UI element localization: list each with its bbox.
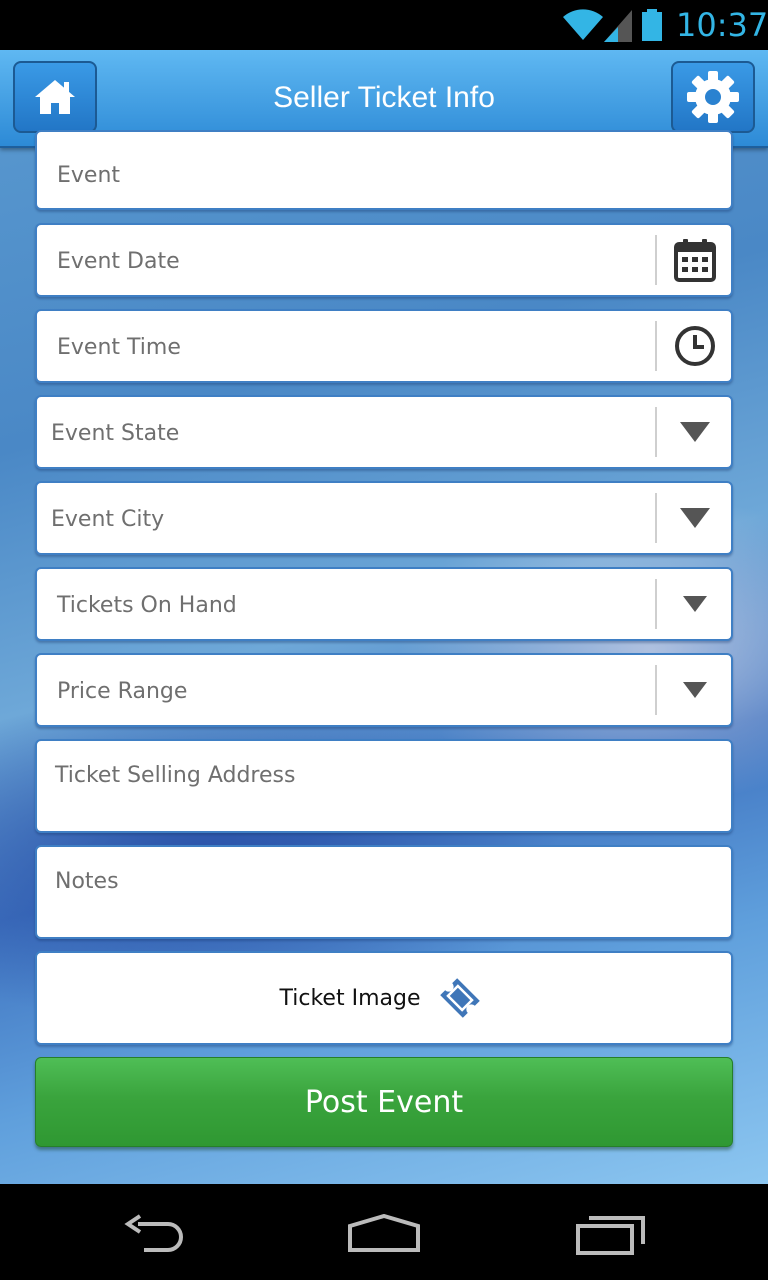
event-state-placeholder: Event State [51,421,180,446]
chevron-down-icon [680,422,710,442]
ticket-icon [440,978,481,1018]
event-date-input[interactable]: Event Date [35,223,733,297]
notes-input[interactable]: Notes [35,845,733,939]
tickets-on-hand-dropdown-toggle[interactable] [657,569,733,639]
event-city-dropdown-toggle[interactable] [657,483,733,553]
clock: 10:37 [676,6,768,44]
recent-apps-icon[interactable] [575,1214,647,1256]
battery-icon [642,9,662,41]
ticket-selling-address-placeholder: Ticket Selling Address [55,763,296,788]
chevron-down-icon [680,508,710,528]
event-city-placeholder: Event City [51,507,165,532]
ticket-image-label: Ticket Image [279,985,421,1011]
event-time-placeholder: Event Time [57,335,181,360]
gear-icon [687,71,739,123]
event-placeholder: Event [57,163,121,188]
event-date-placeholder: Event Date [57,249,180,274]
price-range-dropdown[interactable]: Price Range [35,653,733,727]
wifi-icon [563,9,603,40]
post-event-button[interactable]: Post Event [35,1057,733,1147]
date-picker-button[interactable] [657,225,733,295]
back-icon[interactable] [124,1214,196,1254]
event-time-input[interactable]: Event Time [35,309,733,383]
tickets-on-hand-dropdown[interactable]: Tickets On Hand [35,567,733,641]
calendar-icon [674,239,716,282]
event-state-dropdown[interactable]: Event State [35,395,733,469]
home-icon [35,80,75,114]
ticket-selling-address-input[interactable]: Ticket Selling Address [35,739,733,833]
time-picker-button[interactable] [657,311,733,381]
price-range-placeholder: Price Range [57,679,188,704]
ticket-image-button[interactable]: Ticket Image [35,951,733,1045]
price-range-dropdown-toggle[interactable] [657,655,733,725]
tickets-on-hand-placeholder: Tickets On Hand [57,593,237,618]
chevron-down-icon [683,596,707,612]
event-state-dropdown-toggle[interactable] [657,397,733,467]
notes-placeholder: Notes [55,869,119,894]
home-button[interactable] [13,61,97,133]
chevron-down-icon [683,682,707,698]
settings-button[interactable] [671,61,755,133]
home-icon[interactable] [346,1214,422,1254]
signal-icon [604,10,632,42]
navigation-bar [0,1184,768,1280]
clock-icon [675,326,715,366]
status-bar: 10:37 [0,0,768,50]
app-content: Seller Ticket Info Event Event Date Even… [0,50,768,1184]
event-city-dropdown[interactable]: Event City [35,481,733,555]
event-input[interactable]: Event [35,130,733,210]
